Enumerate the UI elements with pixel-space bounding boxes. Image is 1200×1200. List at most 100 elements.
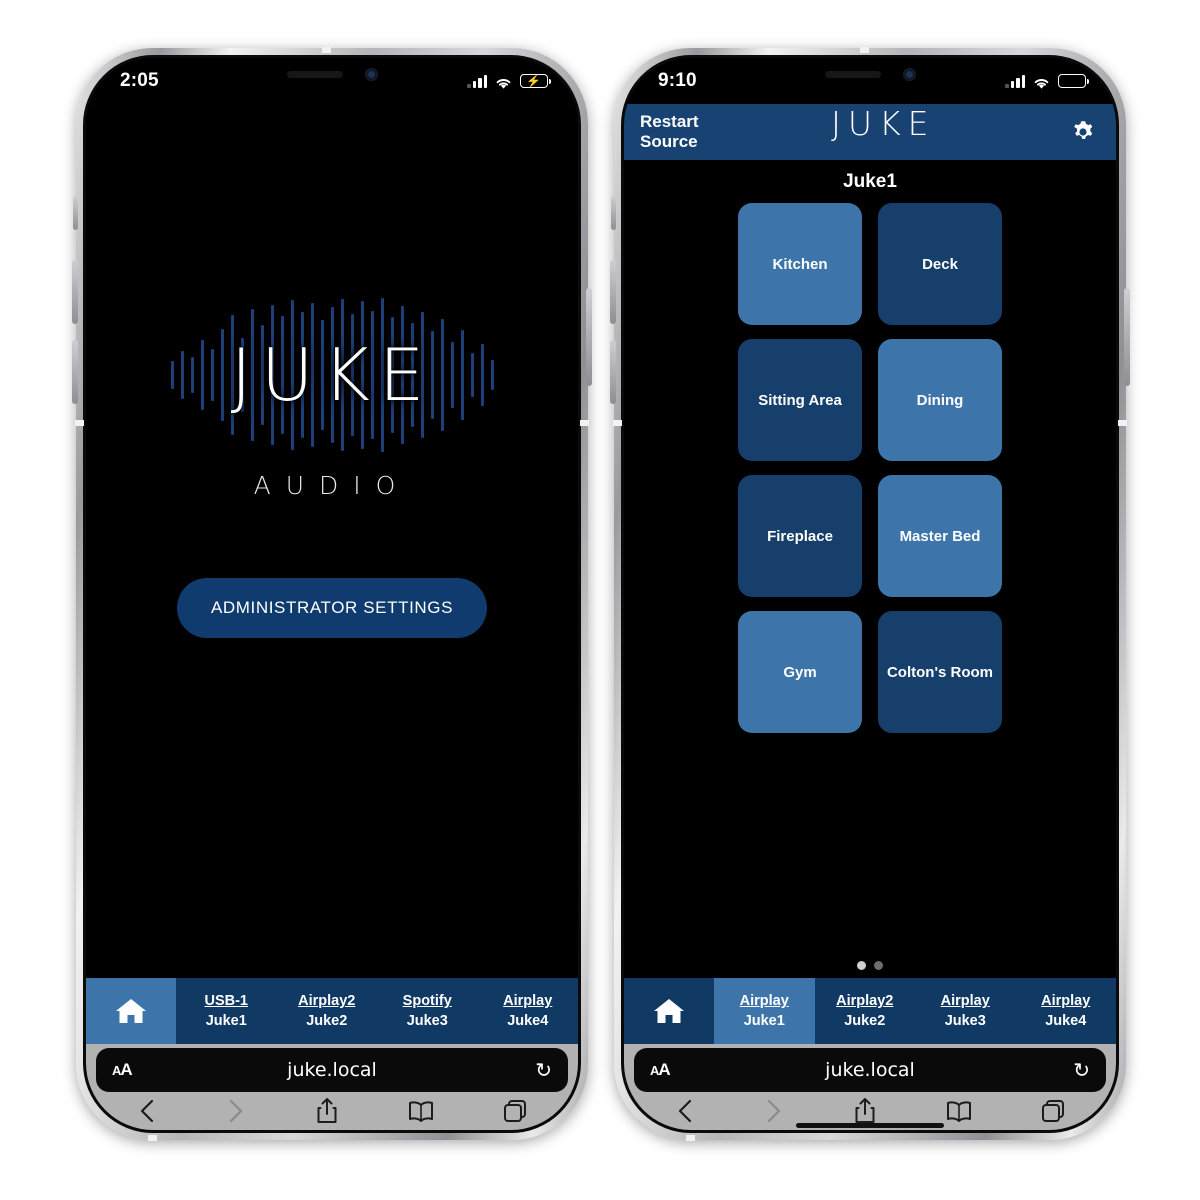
tabs-icon[interactable] xyxy=(1040,1098,1066,1124)
text-size-button-right[interactable]: AA xyxy=(650,1060,702,1080)
volume-down-button-right[interactable] xyxy=(610,340,616,404)
zone-tile-label: Fireplace xyxy=(767,527,833,545)
source-nav-item[interactable]: USB-1 Juke1 xyxy=(176,978,277,1044)
zone-tile[interactable]: Gym xyxy=(738,611,862,733)
source-nav-source-label: USB-1 xyxy=(204,993,248,1010)
back-icon[interactable] xyxy=(674,1098,696,1124)
power-button-left[interactable] xyxy=(586,288,592,386)
volume-up-button-left[interactable] xyxy=(72,260,78,324)
source-nav-source-label: Airplay xyxy=(1041,993,1091,1010)
administrator-settings-button[interactable]: ADMINISTRATOR SETTINGS xyxy=(176,577,488,638)
phone-device-right: 9:10 Restart Source JUKE Juke1 Kitchen D… xyxy=(610,47,1130,1141)
juke-logo: JUKE xyxy=(162,295,502,455)
juke-app-header: Restart Source JUKE xyxy=(624,104,1116,160)
source-nav-device-label: Juke3 xyxy=(406,1012,448,1029)
gear-icon[interactable] xyxy=(1068,117,1098,147)
page-dot[interactable] xyxy=(857,961,866,970)
source-nav-source-label: Airplay2 xyxy=(298,993,356,1010)
phone-device-left: 2:05 ⚡ JUKE AUDIO ADMINISTRATOR SETTINGS… xyxy=(72,47,592,1141)
frame-seam xyxy=(1118,420,1127,426)
forward-icon xyxy=(225,1098,247,1124)
restart-source-line1: Restart xyxy=(640,112,699,132)
safari-url-text-right: juke.local xyxy=(825,1059,915,1081)
volume-down-button-left[interactable] xyxy=(72,340,78,404)
zone-tile[interactable]: Dining xyxy=(878,339,1002,461)
source-nav-item[interactable]: Airplay Juke4 xyxy=(1016,978,1117,1044)
screenshot-canvas: 2:05 ⚡ JUKE AUDIO ADMINISTRATOR SETTINGS… xyxy=(0,0,1200,1200)
bookmarks-icon[interactable] xyxy=(945,1099,973,1123)
mute-switch-right[interactable] xyxy=(611,196,616,230)
share-icon[interactable] xyxy=(853,1097,877,1125)
battery-low-icon xyxy=(1058,74,1089,88)
frame-seam xyxy=(321,47,331,53)
home-icon xyxy=(114,996,148,1026)
source-nav-source-label: Airplay2 xyxy=(836,993,894,1010)
tabs-icon[interactable] xyxy=(502,1098,528,1124)
zone-tile-label: Deck xyxy=(922,255,958,273)
zone-tile[interactable]: Fireplace xyxy=(738,475,862,597)
source-nav-source-label: Airplay xyxy=(739,993,789,1010)
zone-tile[interactable]: Deck xyxy=(878,203,1002,325)
safari-url-bar-right[interactable]: AA juke.local ↻ xyxy=(634,1048,1106,1092)
page-dots xyxy=(624,955,1116,978)
source-nav-source-label: Airplay xyxy=(940,993,990,1010)
mute-switch-left[interactable] xyxy=(73,196,78,230)
zone-tile[interactable]: Colton's Room xyxy=(878,611,1002,733)
safari-bottom-bar-right: AA juke.local ↻ xyxy=(624,1044,1116,1130)
device-name-label: Juke1 xyxy=(843,171,897,192)
source-nav-item[interactable]: Airplay Juke3 xyxy=(915,978,1016,1044)
volume-up-button-right[interactable] xyxy=(610,260,616,324)
page-dot[interactable] xyxy=(874,961,883,970)
charging-bolt-icon: ⚡ xyxy=(526,74,542,88)
juke-splash-screen: JUKE AUDIO ADMINISTRATOR SETTINGS xyxy=(86,104,578,978)
safari-bottom-bar-left: AA juke.local ↻ xyxy=(86,1044,578,1130)
zone-tile[interactable]: Sitting Area xyxy=(738,339,862,461)
source-nav-device-label: Juke4 xyxy=(507,1012,549,1029)
reload-icon[interactable]: ↻ xyxy=(500,1058,552,1083)
zone-tile[interactable]: Kitchen xyxy=(738,203,862,325)
safari-url-text-left: juke.local xyxy=(287,1059,377,1081)
zone-tile[interactable]: Master Bed xyxy=(878,475,1002,597)
status-time-right: 9:10 xyxy=(658,70,697,91)
source-nav-item[interactable]: Airplay Juke1 xyxy=(714,978,815,1044)
header-center: JUKE xyxy=(699,104,1068,160)
source-nav-device-label: Juke4 xyxy=(1045,1012,1087,1029)
source-nav-item[interactable]: Airplay2 Juke2 xyxy=(277,978,378,1044)
restart-source-button[interactable]: Restart Source xyxy=(640,112,699,151)
home-indicator[interactable] xyxy=(796,1123,944,1128)
reload-icon[interactable]: ↻ xyxy=(1038,1058,1090,1083)
frame-seam xyxy=(147,1135,157,1141)
source-nav-source-label: Airplay xyxy=(503,993,553,1010)
source-nav-device-label: Juke2 xyxy=(844,1012,886,1029)
back-icon[interactable] xyxy=(136,1098,158,1124)
juke-logo-subtitle: AUDIO xyxy=(253,470,411,500)
safari-url-bar-left[interactable]: AA juke.local ↻ xyxy=(96,1048,568,1092)
juke-logo-text: JUKE xyxy=(230,332,434,417)
power-button-right[interactable] xyxy=(1124,288,1130,386)
source-nav-item[interactable]: Spotify Juke3 xyxy=(377,978,478,1044)
share-icon[interactable] xyxy=(315,1097,339,1125)
source-nav-right: Airplay Juke1 Airplay2 Juke2 Airplay Juke3 Air… xyxy=(624,978,1116,1044)
phone-screen-right: 9:10 Restart Source JUKE Juke1 Kitchen D… xyxy=(621,55,1119,1133)
frame-seam xyxy=(75,420,84,426)
frame-seam xyxy=(859,47,869,53)
source-nav-item[interactable]: Airplay2 Juke2 xyxy=(815,978,916,1044)
source-nav-item[interactable]: Airplay Juke4 xyxy=(478,978,579,1044)
home-button-right[interactable] xyxy=(624,978,714,1044)
home-button-left[interactable] xyxy=(86,978,176,1044)
cellular-signal-icon xyxy=(467,74,487,88)
bookmarks-icon[interactable] xyxy=(407,1099,435,1123)
frame-seam xyxy=(580,420,589,426)
cellular-signal-icon xyxy=(1005,74,1025,88)
frame-seam xyxy=(685,1135,695,1141)
earpiece-speaker-icon xyxy=(286,70,343,78)
text-size-button-left[interactable]: AA xyxy=(112,1060,164,1080)
zone-tile-label: Master Bed xyxy=(899,527,981,545)
phone-screen-left: 2:05 ⚡ JUKE AUDIO ADMINISTRATOR SETTINGS… xyxy=(83,55,581,1133)
safari-toolbar-left xyxy=(86,1092,578,1130)
zone-grid: Kitchen Deck Sitting Area Dining Fireplace Ma… xyxy=(624,199,1116,955)
front-camera-icon xyxy=(364,67,378,81)
front-camera-icon xyxy=(902,67,916,81)
zone-tile-label: Kitchen xyxy=(772,255,828,273)
earpiece-speaker-icon xyxy=(824,70,881,78)
